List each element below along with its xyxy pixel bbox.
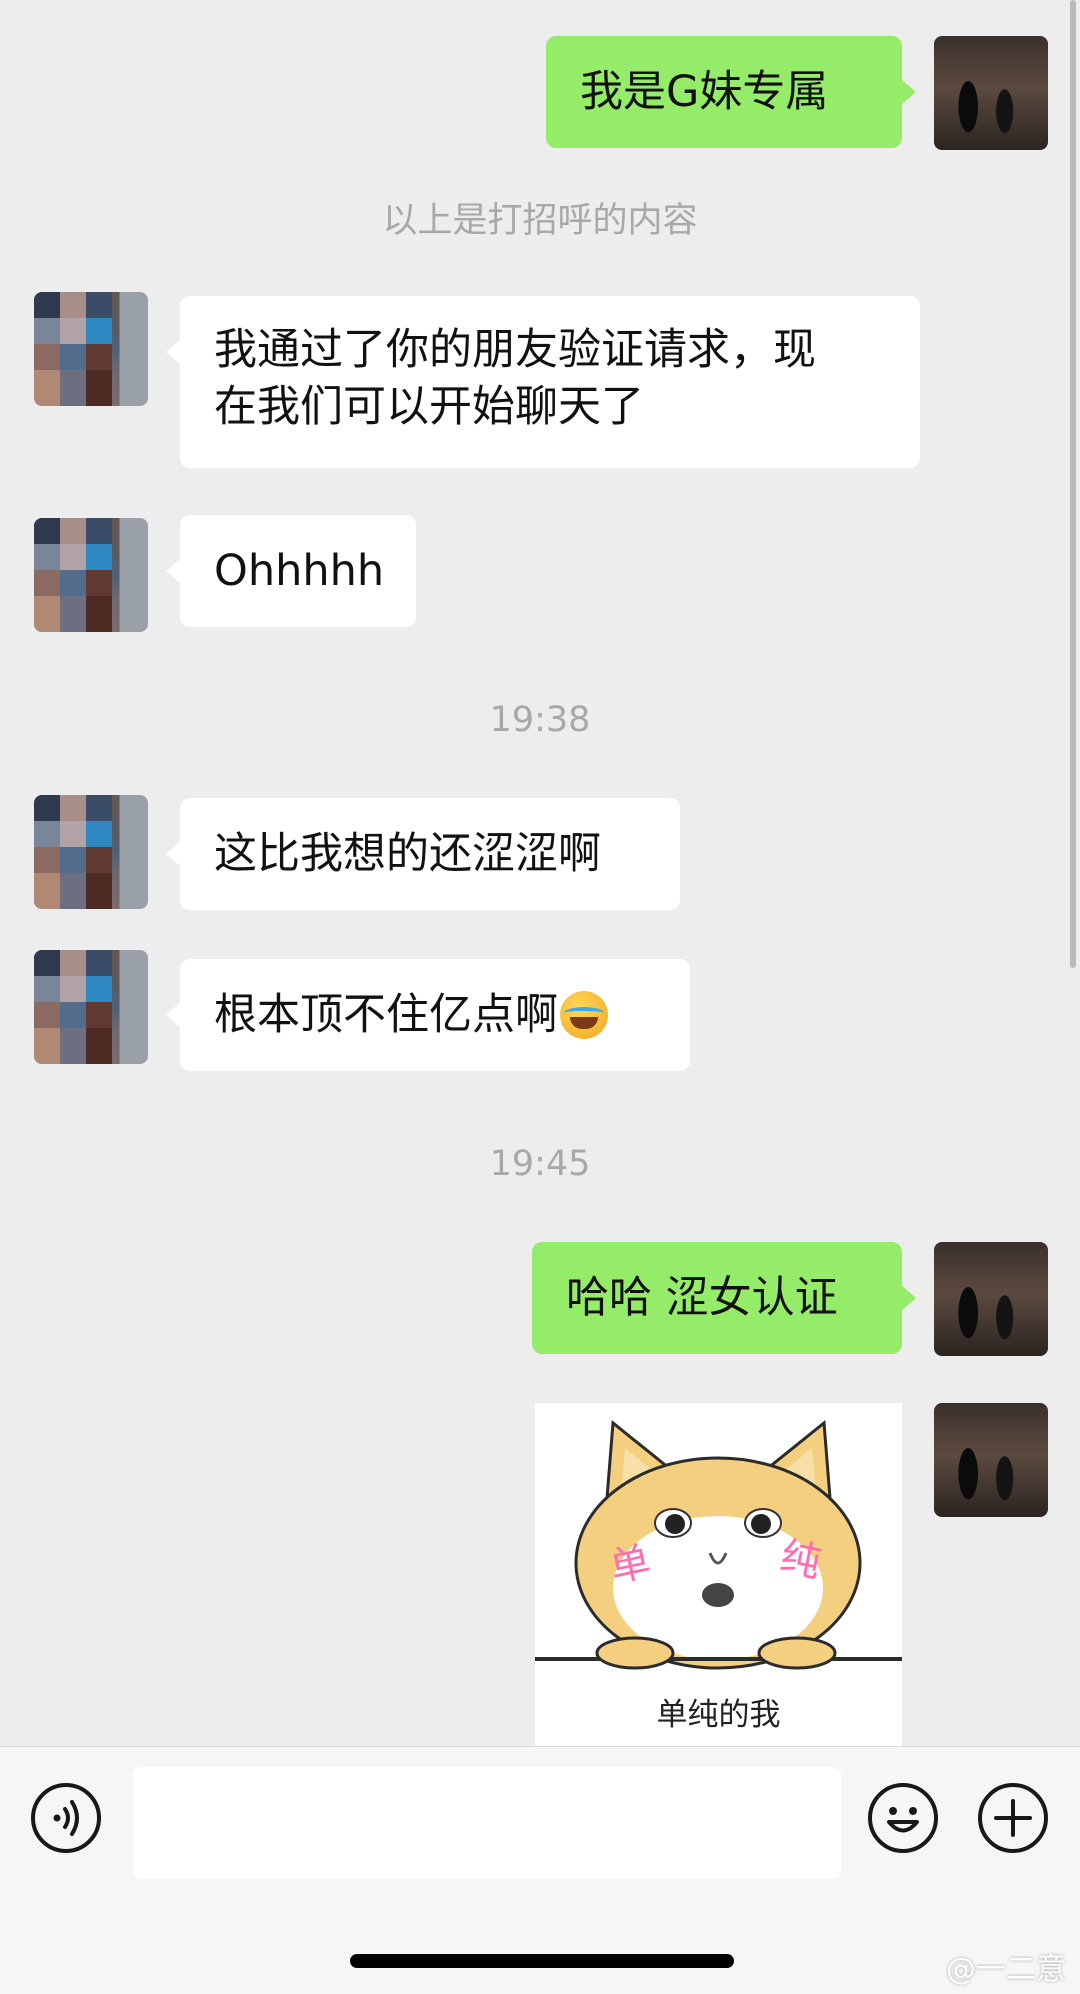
emoji-icon — [887, 1807, 919, 1833]
input-bar: @一二意 — [0, 1746, 1080, 1994]
message-input[interactable] — [133, 1767, 841, 1879]
face-with-tears-of-joy-icon — [560, 991, 608, 1039]
chat-area[interactable]: 我是G妹专属 以上是打招呼的内容 我通过了你的朋友验证请求，现 在我们可以开始聊… — [0, 0, 1080, 1746]
contact-avatar[interactable] — [34, 292, 148, 406]
message-bubble-sent[interactable]: 我是G妹专属 — [546, 36, 916, 148]
timestamp: 19:38 — [489, 700, 591, 740]
message-bubble-received[interactable]: 这比我想的还涩涩啊 — [166, 798, 680, 910]
self-avatar[interactable] — [934, 36, 1048, 150]
message-text: 根本顶不住亿点啊 — [214, 989, 558, 1040]
message-text: 这比我想的还涩涩啊 — [214, 828, 601, 879]
more-button[interactable] — [978, 1783, 1048, 1853]
message-bubble-received[interactable]: Ohhhhh — [166, 515, 416, 627]
weibo-watermark: @一二意 — [946, 1952, 1066, 1987]
self-avatar[interactable] — [934, 1403, 1048, 1517]
message-text: Ohhhhh — [214, 545, 385, 596]
voice-icon — [53, 1800, 79, 1836]
self-avatar[interactable] — [934, 1242, 1048, 1356]
contact-avatar[interactable] — [34, 795, 148, 909]
message-bubble-received[interactable]: 根本顶不住亿点啊 — [166, 959, 690, 1071]
timestamp: 19:45 — [489, 1144, 591, 1184]
message-text: 哈哈 涩女认证 — [566, 1272, 838, 1323]
shiba-sticker-image: 单 纯 — [535, 1420, 902, 1670]
message-line: 在我们可以开始聊天了 — [214, 382, 644, 432]
scrollbar[interactable] — [1070, 0, 1076, 968]
voice-button[interactable] — [31, 1783, 101, 1853]
emoji-button[interactable] — [868, 1783, 938, 1853]
plus-icon — [994, 1799, 1032, 1837]
message-text: 我通过了你的朋友验证请求，现 在我们可以开始聊天了 — [214, 322, 816, 436]
sticker-message[interactable]: 单 纯 单纯的我 — [535, 1403, 902, 1746]
greeting-note: 以上是打招呼的内容 — [382, 201, 698, 241]
message-bubble-received[interactable]: 我通过了你的朋友验证请求，现 在我们可以开始聊天了 — [166, 296, 920, 468]
message-line: 我通过了你的朋友验证请求，现 — [214, 325, 816, 375]
message-bubble-sent[interactable]: 哈哈 涩女认证 — [532, 1242, 916, 1354]
contact-avatar[interactable] — [34, 950, 148, 1064]
message-text: 我是G妹专属 — [580, 66, 829, 117]
contact-avatar[interactable] — [34, 518, 148, 632]
sticker-caption: 单纯的我 — [656, 1697, 781, 1733]
home-indicator[interactable] — [350, 1954, 734, 1968]
